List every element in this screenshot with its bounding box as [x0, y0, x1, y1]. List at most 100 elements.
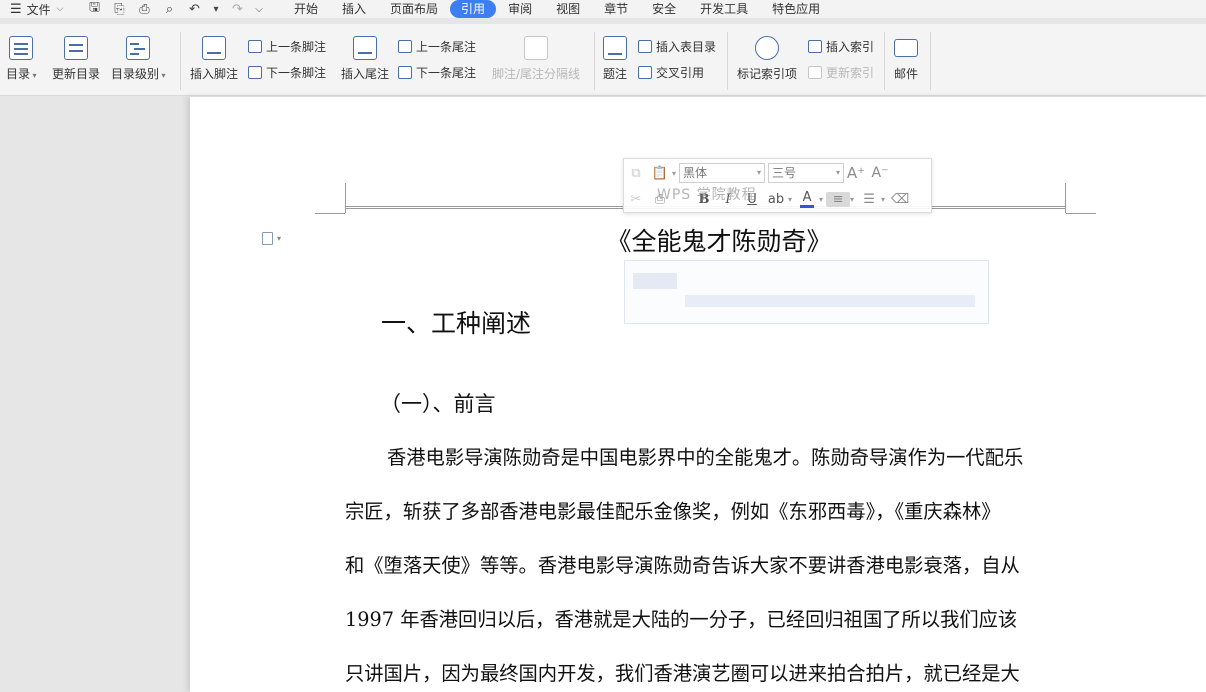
print-icon[interactable]: ⎙ [132, 2, 157, 17]
paste-icon[interactable]: 📋 [648, 166, 672, 181]
cut-icon[interactable]: ✂ [624, 192, 648, 207]
update-toc-icon [64, 36, 88, 60]
undo-icon[interactable]: ↶ [182, 2, 207, 17]
next-footnote-button[interactable]: 下一条脚注 [248, 63, 326, 81]
menu-tabs: 开始 插入 页面布局 引用 审阅 视图 章节 安全 开发工具 特色应用 [282, 0, 832, 18]
document-title-text: 《全能鬼才陈勋奇》 [606, 227, 832, 256]
font-family-select[interactable]: 黑体 ▾ [679, 163, 766, 183]
update-index-icon [808, 65, 822, 79]
overlay-bar [685, 295, 975, 307]
prev-footnote-icon [248, 39, 262, 53]
tab-section[interactable]: 章节 [592, 0, 640, 18]
cross-reference-icon [638, 65, 652, 79]
print-preview-icon[interactable]: ⌕ [157, 2, 182, 17]
font-size-value: 三号 [772, 166, 797, 180]
menu-bar: ☰ 文件 ⌵ 🖫 ⎘ ⎙ ⌕ ↶ ▾ ↷ ⌵ 开始 插入 页面布局 引用 审阅 … [0, 0, 1206, 18]
chevron-down-icon[interactable]: ▾ [881, 195, 885, 204]
table-of-figures-icon [638, 39, 652, 53]
next-footnote-label: 下一条脚注 [266, 65, 327, 80]
tab-references[interactable]: 引用 [450, 0, 497, 18]
next-endnote-button[interactable]: 下一条尾注 [398, 63, 476, 81]
crop-mark [1065, 183, 1066, 213]
chevron-down-icon[interactable]: ▾ [672, 169, 676, 178]
tab-review[interactable]: 审阅 [496, 0, 544, 18]
cross-reference-label: 交叉引用 [656, 65, 705, 80]
format-painter-icon[interactable]: ⎘ [107, 2, 132, 17]
update-index-button[interactable]: 更新索引 [808, 63, 874, 81]
font-color-icon[interactable]: A [800, 190, 815, 208]
overlay-tag [633, 273, 677, 289]
paragraph-line: 和《堕落天使》等等。香港电影导演陈勋奇告诉大家不要讲香港电影衰落，自从 [345, 554, 1020, 577]
toc-level-label: 目录级别 [111, 67, 160, 81]
undo-dropdown-icon[interactable]: ▾ [207, 4, 225, 15]
insert-endnote-button[interactable]: 插入尾注 [341, 36, 389, 82]
update-toc-button[interactable]: 更新目录 [52, 36, 100, 82]
insert-endnote-label: 插入尾注 [341, 67, 390, 81]
insert-table-of-figures-label: 插入表目录 [656, 39, 717, 54]
heading-1: 一、工种阐述 [381, 309, 532, 338]
mark-index-icon [755, 36, 779, 60]
prev-endnote-button[interactable]: 上一条尾注 [398, 37, 476, 55]
align-icon[interactable]: ≡ [826, 191, 851, 207]
prev-footnote-button[interactable]: 上一条脚注 [248, 37, 326, 55]
redo-icon[interactable]: ↷ [225, 2, 250, 17]
caption-label: 题注 [603, 67, 628, 81]
decrease-font-size-icon[interactable]: A⁻ [868, 165, 892, 181]
quick-access-toolbar: 🖫 ⎘ ⎙ ⌕ ↶ ▾ ↷ ⌵ [82, 0, 268, 20]
chevron-down-icon: ▾ [836, 168, 841, 177]
file-menu-label: 文件 [26, 2, 51, 17]
caption-icon [603, 36, 627, 60]
tab-home[interactable]: 开始 [282, 0, 330, 18]
insert-footnote-button[interactable]: 插入脚注 [190, 36, 238, 82]
increase-font-size-icon[interactable]: A⁺ [844, 164, 868, 182]
customize-dropdown-icon[interactable]: ⌵ [250, 4, 268, 15]
tab-insert[interactable]: 插入 [330, 0, 378, 18]
file-menu[interactable]: ☰ 文件 ⌵ [0, 1, 82, 18]
ribbon-separator [727, 32, 728, 90]
insert-table-of-figures-button[interactable]: 插入表目录 [638, 37, 716, 55]
tab-special-apps[interactable]: 特色应用 [760, 0, 832, 18]
strikethrough-icon[interactable]: ab [764, 192, 788, 207]
next-footnote-icon [248, 65, 262, 79]
insert-footnote-label: 插入脚注 [190, 67, 239, 81]
mark-index-entry-button[interactable]: 标记索引项 [737, 36, 797, 82]
line-spacing-icon[interactable]: ☰ [857, 192, 881, 207]
insert-index-icon [808, 39, 822, 53]
font-size-select[interactable]: 三号 ▾ [768, 163, 845, 183]
heading-2: （一）、前言 [380, 392, 496, 416]
chevron-down-icon[interactable]: ▾ [788, 195, 792, 204]
prev-endnote-icon [398, 39, 412, 53]
chevron-down-icon: ▾ [757, 168, 762, 177]
chevron-down-icon[interactable]: ▾ [819, 195, 823, 204]
cross-reference-button[interactable]: 交叉引用 [638, 63, 704, 81]
save-icon[interactable]: 🖫 [82, 0, 107, 20]
tab-security[interactable]: 安全 [640, 0, 688, 18]
toc-button[interactable]: 目录 ▾ [6, 36, 37, 82]
clear-format-icon[interactable]: ⌫ [888, 192, 912, 207]
ribbon-separator [594, 32, 595, 90]
tab-view[interactable]: 视图 [544, 0, 592, 18]
ribbon-separator [180, 32, 181, 90]
separator-line-icon [524, 36, 549, 60]
prev-endnote-label: 上一条尾注 [416, 39, 477, 54]
mark-index-entry-label: 标记索引项 [737, 67, 798, 81]
next-endnote-label: 下一条尾注 [416, 65, 477, 80]
watermark-text: WPS 学院教程 [657, 187, 757, 203]
caption-button[interactable]: 题注 [603, 36, 627, 82]
chevron-down-icon: ⌵ [56, 4, 64, 14]
mail-label: 邮件 [894, 67, 919, 81]
ribbon-separator [884, 32, 885, 90]
tab-page-layout[interactable]: 页面布局 [378, 0, 450, 18]
chevron-down-icon[interactable]: ▾ [850, 195, 854, 204]
tab-developer[interactable]: 开发工具 [688, 0, 760, 18]
toc-icon [9, 36, 34, 60]
next-endnote-icon [398, 65, 412, 79]
footnote-separator-label: 脚注/尾注分隔线 [492, 67, 581, 81]
copy-icon[interactable]: ⧉ [624, 166, 648, 181]
footnote-separator-button[interactable]: 脚注/尾注分隔线 [492, 36, 580, 82]
insert-index-button[interactable]: 插入索引 [808, 37, 874, 55]
hamburger-icon: ☰ [10, 1, 22, 17]
mail-button[interactable]: 邮件 [894, 36, 918, 82]
toc-level-button[interactable]: 目录级别 ▾ [111, 36, 166, 82]
paragraph-line: 只讲国片，因为最终国内开发，我们香港演艺圈可以进来拍合拍片，就已经是大 [345, 662, 1020, 685]
